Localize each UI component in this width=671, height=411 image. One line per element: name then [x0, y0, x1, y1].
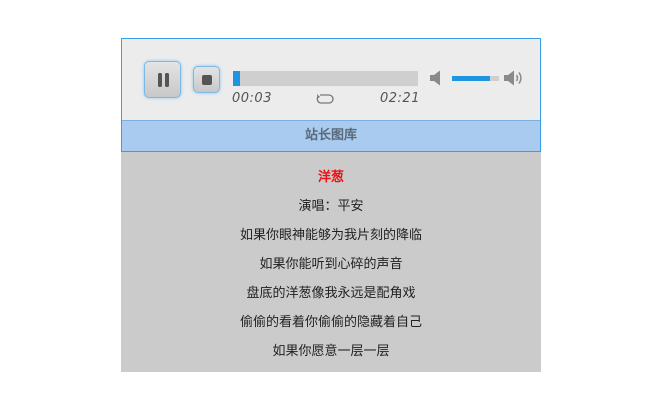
stop-button[interactable]: [193, 66, 220, 93]
lyric-song-title: 洋葱: [317, 170, 344, 185]
volume-fill: [452, 76, 490, 81]
lyrics-panel: 洋葱 演唱：平安 如果你眼神能够为我片刻的降临 如果你能听到心碎的声音 盘底的洋…: [121, 152, 541, 372]
total-time: 02:21: [380, 91, 420, 106]
volume-slider[interactable]: [452, 76, 499, 81]
lyric-line: 演唱：平安: [298, 199, 364, 214]
speaker-mute-icon[interactable]: [429, 69, 445, 91]
speaker-max-icon[interactable]: [503, 69, 525, 91]
lyric-line: 盘底的洋葱像我永远是配角戏: [246, 286, 416, 301]
progress-bar[interactable]: [233, 71, 418, 86]
stop-icon: [202, 75, 212, 85]
pause-icon: [158, 73, 169, 87]
lyric-line: 如果你眼神能够为我片刻的降临: [239, 228, 422, 243]
lyric-line: 如果你愿意一层一层: [272, 344, 390, 359]
current-time: 00:03: [232, 91, 272, 106]
player-controls: 00:03 02:21: [122, 39, 540, 120]
track-title-bar: 站长图库: [122, 120, 540, 151]
lyric-line: 如果你能听到心碎的声音: [259, 257, 403, 272]
repeat-icon[interactable]: [315, 91, 335, 110]
progress-fill: [233, 71, 241, 86]
audio-player: 00:03 02:21 站长图库: [121, 38, 541, 152]
lyric-line: 偷偷的看着你偷偷的隐藏着自己: [239, 315, 422, 330]
pause-button[interactable]: [144, 61, 181, 98]
